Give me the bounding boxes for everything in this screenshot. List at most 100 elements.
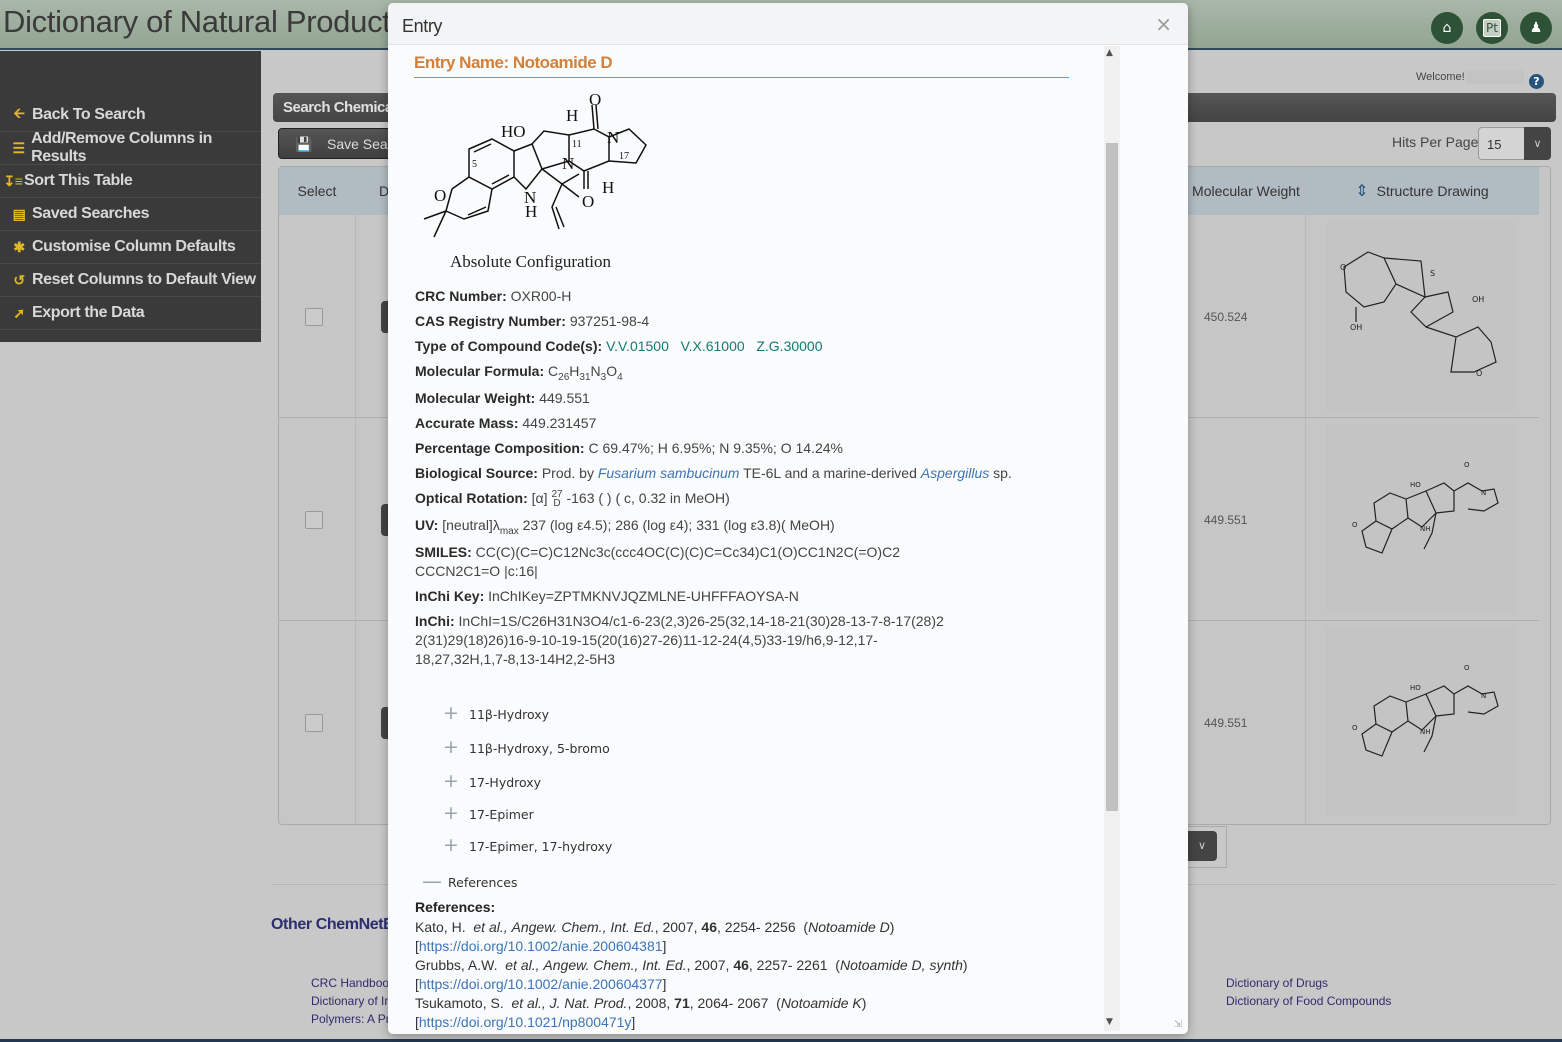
- crc-number-field: CRC Number: OXR00-H: [415, 287, 571, 306]
- sidebar-item-export-data[interactable]: ➚ Export the Data: [0, 297, 261, 330]
- footer-link[interactable]: Dictionary of Food Compounds: [1226, 994, 1391, 1008]
- sort-arrows-icon: ⇕: [1355, 183, 1369, 200]
- plus-icon: +: [443, 702, 459, 724]
- doi-link[interactable]: https://doi.org/10.1021/np800471y: [419, 1014, 632, 1030]
- sidebar-item-customise-defaults[interactable]: ✱ Customise Column Defaults: [0, 231, 261, 264]
- svg-text:O: O: [1340, 263, 1346, 272]
- structure-drawing-thumbnail[interactable]: HO O N NH O: [1326, 626, 1516, 816]
- svg-text:H: H: [525, 202, 537, 221]
- field-value: InChI=1S/C26H31N3O4/c1-6-23(2,3)26-25(32…: [458, 613, 944, 629]
- pt-button[interactable]: Pt: [1476, 12, 1508, 44]
- molecular-weight-cell: 449.551: [1204, 513, 1248, 527]
- references-heading: References:: [415, 899, 496, 915]
- footer-link[interactable]: Dictionary of In: [311, 994, 391, 1008]
- home-icon: ⌂: [1442, 20, 1452, 36]
- footer-link[interactable]: Polymers: A Pro: [311, 1012, 396, 1026]
- svg-text:HO: HO: [501, 122, 526, 141]
- sidebar-item-label: Reset Columns to Default View: [32, 271, 256, 288]
- svg-text:O: O: [582, 192, 594, 211]
- variant-label: 17-Epimer, 17-hydroxy: [469, 839, 613, 854]
- home-button[interactable]: ⌂: [1431, 12, 1463, 44]
- column-header-structure-drawing[interactable]: ⇕ Structure Drawing: [1305, 167, 1539, 215]
- field-label: Type of Compound Code(s):: [415, 338, 603, 354]
- sidebar-item-sort-table[interactable]: ↧≡ Sort This Table: [0, 165, 261, 198]
- reference-citation: Kato, H. et al., Angew. Chem., Int. Ed.,…: [415, 919, 895, 935]
- type-code-link[interactable]: V.V.01500: [606, 338, 669, 354]
- variant-item[interactable]: +11β-Hydroxy: [443, 702, 549, 724]
- modal-scrollbar-thumb[interactable]: [1106, 143, 1118, 811]
- sidebar-item-reset-columns[interactable]: ↺ Reset Columns to Default View: [0, 264, 261, 297]
- type-code-link[interactable]: Z.G.30000: [756, 338, 822, 354]
- entry-name-underline: [414, 77, 1069, 78]
- type-code-link[interactable]: V.X.61000: [681, 338, 745, 354]
- svg-text:N: N: [1481, 692, 1486, 700]
- variant-label: 17-Hydroxy: [469, 775, 542, 790]
- molecular-weight-cell: 449.551: [1204, 716, 1248, 730]
- field-value: 237 (log ε4.5); 286 (log ε4); 331 (log ε…: [518, 517, 835, 533]
- arrow-left-icon: 🡨: [13, 105, 25, 121]
- chevron-down-icon: ∨: [1187, 831, 1217, 861]
- app-title: Dictionary of Natural Products: [3, 4, 406, 39]
- structure-drawing-thumbnail[interactable]: HO O N NH O: [1326, 423, 1516, 613]
- row-select-checkbox[interactable]: [305, 511, 323, 529]
- svg-text:N: N: [1481, 489, 1486, 497]
- field-label: CAS Registry Number:: [415, 313, 566, 329]
- variant-item[interactable]: +17-Epimer, 17-hydroxy: [443, 834, 613, 856]
- field-value: TE-6L and a marine-derived: [743, 465, 917, 481]
- svg-text:O: O: [1352, 724, 1358, 732]
- svg-text:O: O: [1464, 461, 1470, 469]
- entry-modal: Entry × ▲ ▼ ⇲ Entry Name: Notoamide D HO…: [388, 3, 1188, 1034]
- organism-link[interactable]: Fusarium sambucinum: [598, 465, 740, 481]
- scroll-up-icon[interactable]: ▲: [1106, 48, 1113, 58]
- column-header-molecular-weight[interactable]: Molecular Weight: [1187, 167, 1305, 215]
- field-label: InChi Key:: [415, 588, 485, 604]
- hits-per-page-label: Hits Per Page:: [1392, 134, 1483, 150]
- doi-link[interactable]: https://doi.org/10.1002/anie.200604381: [419, 938, 663, 954]
- molecular-weight-cell: 450.524: [1204, 310, 1248, 324]
- resize-grip-icon[interactable]: ⇲: [1174, 1019, 1182, 1030]
- svg-text:OH: OH: [1350, 323, 1362, 332]
- close-icon[interactable]: ×: [1155, 12, 1172, 36]
- row-select-checkbox[interactable]: [305, 308, 323, 326]
- plus-icon: +: [443, 770, 459, 792]
- variant-item[interactable]: +17-Epimer: [443, 802, 534, 824]
- variant-item[interactable]: +11β-Hydroxy, 5-bromo: [443, 736, 610, 758]
- variant-item[interactable]: +17-Hydroxy: [443, 770, 542, 792]
- reference-citation: Grubbs, A.W. et al., Angew. Chem., Int. …: [415, 957, 968, 973]
- column-header-label: Structure Drawing: [1376, 183, 1489, 199]
- help-icon[interactable]: ?: [1529, 74, 1544, 89]
- export-icon: ➚: [13, 304, 25, 321]
- references-toggle[interactable]: — References: [422, 869, 518, 893]
- references-toggle-label: References: [448, 875, 518, 890]
- structure-diagram: HO H O NNN HHO O 5 11 17: [414, 89, 664, 253]
- pagination-select[interactable]: ∨: [1186, 826, 1227, 868]
- reference-doi: [https://doi.org/10.1002/anie.200604377]: [415, 976, 667, 992]
- svg-text:NH: NH: [1420, 525, 1431, 533]
- modal-title: Entry: [402, 16, 443, 36]
- sidebar-item-back-to-search[interactable]: 🡨 Back To Search: [0, 99, 261, 132]
- hits-per-page-select[interactable]: 15 ∨: [1478, 127, 1551, 160]
- sidebar-item-add-remove-columns[interactable]: ☰ Add/Remove Columns in Results: [0, 130, 261, 165]
- user-button[interactable]: ♟: [1520, 12, 1552, 44]
- variant-label: 11β-Hydroxy, 5-bromo: [469, 741, 610, 756]
- sidebar-item-saved-searches[interactable]: ▤ Saved Searches: [0, 198, 261, 231]
- scroll-down-icon[interactable]: ▼: [1106, 1017, 1113, 1027]
- molecular-weight-field: Molecular Weight: 449.551: [415, 389, 590, 408]
- footer-link[interactable]: CRC Handbook: [311, 976, 395, 990]
- sidebar-item-label: Sort This Table: [24, 172, 133, 189]
- structure-drawing-thumbnail[interactable]: O OH OH S O: [1326, 222, 1516, 412]
- field-value: [α]: [531, 490, 548, 506]
- search-chemicals-label: Search Chemicals: [283, 99, 405, 116]
- hits-per-page-value: 15: [1487, 137, 1502, 152]
- footer-link[interactable]: Dictionary of Drugs: [1226, 976, 1328, 990]
- svg-text:5: 5: [472, 159, 477, 170]
- svg-text:17: 17: [619, 151, 629, 162]
- svg-text:HO: HO: [1410, 481, 1421, 489]
- doi-link[interactable]: https://doi.org/10.1002/anie.200604377: [419, 976, 663, 992]
- svg-text:O: O: [1352, 521, 1358, 529]
- field-value: Prod. by: [541, 465, 594, 481]
- row-select-checkbox[interactable]: [305, 714, 323, 732]
- save-icon: 💾: [295, 136, 313, 152]
- organism-link[interactable]: Aspergillus: [921, 465, 989, 481]
- field-value: 18,27,32H,1,7-8,13-14H2,2-5H3: [415, 651, 616, 667]
